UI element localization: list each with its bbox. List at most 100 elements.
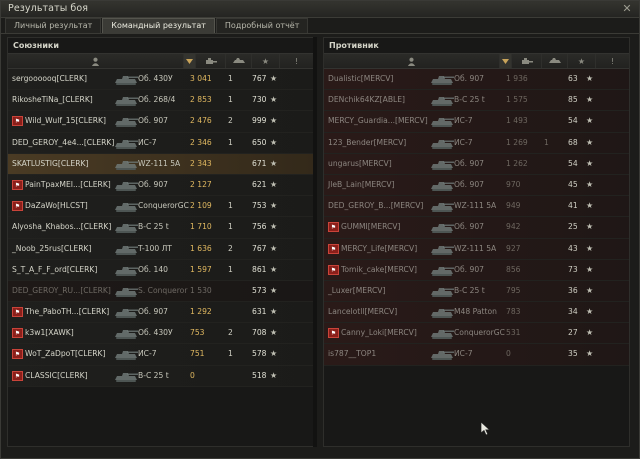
- table-row[interactable]: DED_GEROY_B...[MERCV] WZ-111 5A 949 41 ★: [324, 196, 629, 218]
- damage-value: 2 346: [190, 137, 212, 147]
- platoon-badge-icon: ⚑: [328, 328, 339, 339]
- vehicle-name: Об. 907: [454, 222, 484, 232]
- table-row[interactable]: ⚑ WoT_ZaDpoT[CLERK] ИС-7 751 1 578 ★: [8, 344, 313, 366]
- star-icon: ★: [270, 158, 278, 168]
- sort-arrow-icon[interactable]: [500, 54, 512, 68]
- tab-detailed-report[interactable]: Подробный отчёт: [215, 18, 309, 33]
- frags-value: 1: [228, 201, 233, 211]
- damage-column-icon[interactable]: [512, 54, 542, 68]
- star-icon: ★: [586, 243, 594, 253]
- table-row[interactable]: ⚑ DaZaWo[HLCST] ConquerorGC 2 109 1 753 ★: [8, 196, 313, 218]
- info-icon[interactable]: !: [280, 54, 313, 68]
- player-name-cell: RikosheTiNa_[CLERK]: [12, 90, 93, 110]
- table-row[interactable]: 123_Bender[MERCV] ИС-7 1 269 1 68 ★: [324, 132, 629, 154]
- vehicle-name: S. Conqueror: [138, 285, 188, 295]
- xp-value: 708: [252, 328, 267, 338]
- xp-value: 63: [568, 74, 578, 83]
- table-row[interactable]: Dualistic[MERCV] Об. 907 1 936 63 ★: [324, 69, 629, 91]
- xp-star-icon[interactable]: ★: [568, 54, 596, 68]
- damage-value: 753: [190, 328, 205, 338]
- table-row[interactable]: ungarus[MERCV] Об. 907 1 262 54 ★: [324, 153, 629, 175]
- player-column-icon[interactable]: [8, 54, 184, 68]
- tank-icon: [113, 220, 139, 234]
- player-name-cell: ⚑ MERCY_Life[MERCV]: [328, 239, 417, 259]
- frags-column-icon[interactable]: [226, 54, 252, 68]
- table-row[interactable]: _Noob_25rus[CLERK] T-100 ЛТ 1 636 2 767 ★: [8, 238, 313, 260]
- damage-value: 1 597: [190, 264, 212, 274]
- xp-value: 25: [568, 222, 578, 232]
- platoon-badge-icon: ⚑: [328, 243, 339, 254]
- table-row[interactable]: JleB_Lain[MERCV] Об. 907 970 45 ★: [324, 174, 629, 197]
- tab-personal-result[interactable]: Личный результат: [5, 18, 102, 33]
- vehicle-name: Об. 907: [138, 116, 168, 126]
- table-row[interactable]: ⚑ Wild_Wulf_15[CLERK] Об. 907 2 476 2 999 ★: [8, 111, 313, 133]
- xp-value: 518: [252, 370, 267, 380]
- vehicle-name: WZ-111 5A: [454, 201, 497, 211]
- frags-value: 1: [544, 137, 549, 147]
- table-row[interactable]: RikosheTiNa_[CLERK] Об. 268/4 2 853 1 730 ★: [8, 90, 313, 112]
- table-row[interactable]: DENchik64KZ[ABLE] B-C 25 t 1 575 85 ★: [324, 90, 629, 112]
- tank-icon: [113, 178, 139, 192]
- frags-value: 1: [228, 74, 233, 83]
- table-row[interactable]: is787__TOP1 ИС-7 0 35 ★: [324, 344, 629, 366]
- tank-icon: [429, 347, 455, 361]
- allies-panel: Союзники ★ ! sergoooooq[CLERK] Об. 430У 3 …: [7, 37, 314, 447]
- table-row[interactable]: ⚑ The_PaboTH...[CLERK] Об. 907 1 292 631 ★: [8, 302, 313, 324]
- enemies-panel: Противник ★ ! Dualistic[MERCV] Об. 907 1 9…: [323, 37, 630, 447]
- vehicle-name: M48 Patton: [454, 307, 497, 317]
- player-name: Wild_Wulf_15[CLERK]: [25, 116, 106, 126]
- tab-team-result[interactable]: Командный результат: [102, 18, 215, 33]
- vehicle-name: ИС-7: [138, 137, 157, 147]
- player-name: GUMMI[MERCV]: [341, 222, 401, 232]
- star-icon: ★: [270, 349, 278, 359]
- table-row[interactable]: ⚑ Canny_Loki[MERCV] ConquerorGC 531 27 ★: [324, 323, 629, 345]
- star-icon: ★: [586, 328, 594, 338]
- damage-value: 2 109: [190, 201, 212, 211]
- tank-icon: [113, 199, 139, 213]
- xp-value: 650: [252, 137, 267, 147]
- close-icon[interactable]: ✕: [620, 2, 634, 15]
- table-row[interactable]: _Luxer[MERCV] B-C 25 t 795 36 ★: [324, 280, 629, 303]
- table-row[interactable]: Alyosha_Khabos...[CLERK] B-C 25 t 1 710 1 75…: [8, 217, 313, 239]
- player-name-cell: JleB_Lain[MERCV]: [328, 175, 395, 195]
- damage-value: 1 269: [506, 137, 528, 147]
- player-name-cell: DED_GEROY_RU...[CLERK]: [12, 281, 111, 301]
- xp-value: 756: [252, 222, 267, 232]
- player-name-cell: SKATLUSTIG[CLERK]: [12, 154, 88, 174]
- sort-arrow-icon[interactable]: [184, 54, 196, 68]
- table-row[interactable]: ⚑ CLASSIC[CLERK] B-C 25 t 0 518 ★: [8, 365, 313, 387]
- table-row[interactable]: DED_GEROY_4e4...[CLERK] ИС-7 2 346 1 650 ★: [8, 132, 313, 154]
- player-name: 123_Bender[MERCV]: [328, 137, 407, 147]
- player-name: DaZaWo[HLCST]: [25, 201, 88, 211]
- star-icon: ★: [586, 285, 594, 295]
- vehicle-name: ИС-7: [454, 116, 473, 126]
- damage-column-icon[interactable]: [196, 54, 226, 68]
- info-icon[interactable]: !: [596, 54, 629, 68]
- table-row[interactable]: ⚑ k3w1[XAWK] Об. 430У 753 2 708 ★: [8, 323, 313, 345]
- star-icon: ★: [270, 307, 278, 317]
- vehicle-name: Об. 907: [454, 179, 484, 189]
- tank-icon: [429, 93, 455, 107]
- damage-value: 783: [506, 307, 521, 317]
- player-name: WoT_ZaDpoT[CLERK]: [25, 349, 106, 359]
- frags-value: 1: [228, 95, 233, 105]
- table-row[interactable]: Lancelotll[MERCV] M48 Patton 783 34 ★: [324, 302, 629, 324]
- table-row[interactable]: DED_GEROY_RU...[CLERK] S. Conqueror 1 530 5…: [8, 280, 313, 303]
- vehicle-name: Об. 907: [138, 307, 168, 317]
- table-row[interactable]: ⚑ PainTpaxMEI...[CLERK] Об. 907 2 127 621 ★: [8, 174, 313, 197]
- star-icon: ★: [270, 201, 278, 211]
- table-row[interactable]: sergoooooq[CLERK] Об. 430У 3 041 1 767 ★: [8, 69, 313, 91]
- damage-value: 927: [506, 243, 521, 253]
- table-row[interactable]: ⚑ MERCY_Life[MERCV] WZ-111 5A 927 43 ★: [324, 238, 629, 260]
- table-row[interactable]: ⚑ Tomik_cake[MERCV] Об. 907 856 73 ★: [324, 259, 629, 281]
- player-column-icon[interactable]: [324, 54, 500, 68]
- frags-column-icon[interactable]: [542, 54, 568, 68]
- table-row[interactable]: S_T_A_F_F_ord[CLERK] Об. 140 1 597 1 861 ★: [8, 259, 313, 281]
- table-row[interactable]: MERCY_Guardia...[MERCV] ИС-7 1 493 54 ★: [324, 111, 629, 133]
- xp-star-icon[interactable]: ★: [252, 54, 280, 68]
- player-name-cell: S_T_A_F_F_ord[CLERK]: [12, 260, 97, 280]
- table-row[interactable]: ⚑ GUMMI[MERCV] Об. 907 942 25 ★: [324, 217, 629, 239]
- xp-value: 73: [568, 264, 578, 274]
- table-row[interactable]: SKATLUSTIG[CLERK] WZ-111 5A 2 343 671 ★: [8, 153, 313, 175]
- vehicle-name: B-C 25 t: [454, 95, 485, 105]
